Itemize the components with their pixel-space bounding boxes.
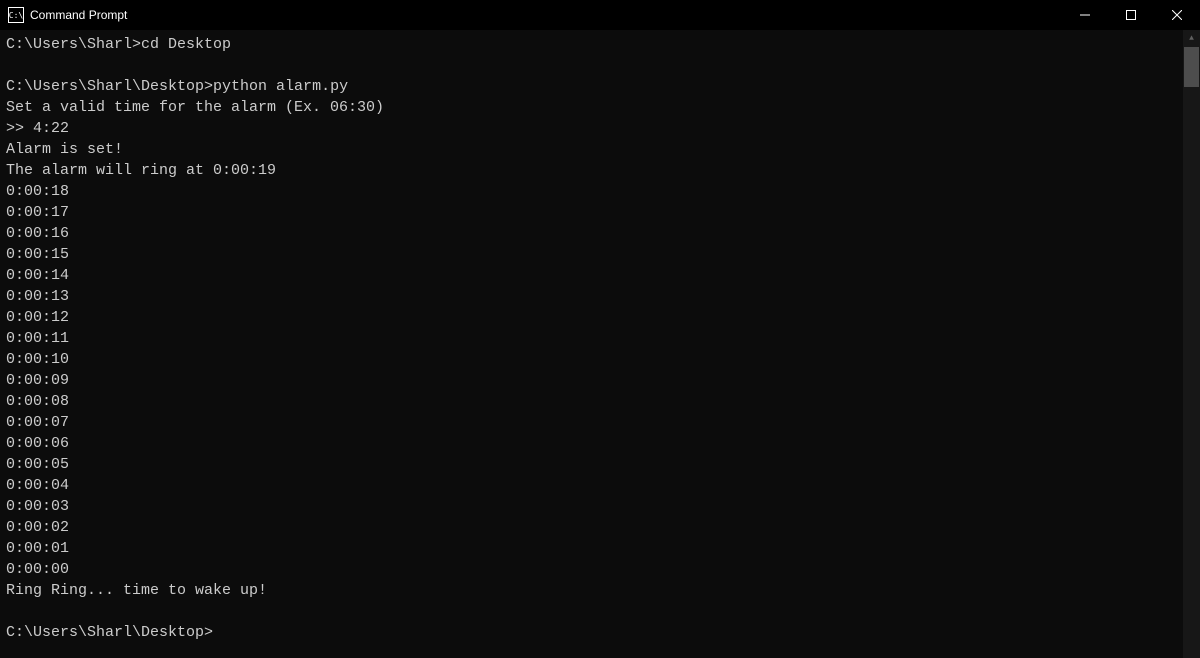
terminal-line: Set a valid time for the alarm (Ex. 06:3… xyxy=(6,97,1194,118)
terminal-line: 0:00:14 xyxy=(6,265,1194,286)
terminal-line: 0:00:02 xyxy=(6,517,1194,538)
terminal-line xyxy=(6,55,1194,76)
terminal-output[interactable]: C:\Users\Sharl>cd Desktop C:\Users\Sharl… xyxy=(0,30,1200,658)
scroll-up-arrow-icon[interactable]: ▲ xyxy=(1183,30,1200,47)
window-title: Command Prompt xyxy=(30,8,1062,22)
scrollbar[interactable]: ▲ xyxy=(1183,30,1200,658)
terminal-line: C:\Users\Sharl\Desktop> xyxy=(6,622,1194,643)
prompt: C:\Users\Sharl> xyxy=(6,36,141,53)
terminal-line: 0:00:10 xyxy=(6,349,1194,370)
terminal-line: 0:00:11 xyxy=(6,328,1194,349)
prompt: C:\Users\Sharl\Desktop> xyxy=(6,624,213,641)
maximize-button[interactable] xyxy=(1108,0,1154,30)
terminal-line: Ring Ring... time to wake up! xyxy=(6,580,1194,601)
window-controls xyxy=(1062,0,1200,30)
cmd-icon: C:\ xyxy=(8,7,24,23)
terminal-line: 0:00:13 xyxy=(6,286,1194,307)
prompt: C:\Users\Sharl\Desktop> xyxy=(6,78,213,95)
titlebar: C:\ Command Prompt xyxy=(0,0,1200,30)
terminal-line: 0:00:07 xyxy=(6,412,1194,433)
command-text: python alarm.py xyxy=(213,78,348,95)
terminal-line: 0:00:18 xyxy=(6,181,1194,202)
scroll-thumb[interactable] xyxy=(1184,47,1199,87)
terminal-line: The alarm will ring at 0:00:19 xyxy=(6,160,1194,181)
terminal-line: Alarm is set! xyxy=(6,139,1194,160)
terminal-line: C:\Users\Sharl\Desktop>python alarm.py xyxy=(6,76,1194,97)
terminal-line: 0:00:08 xyxy=(6,391,1194,412)
terminal-line: 0:00:04 xyxy=(6,475,1194,496)
terminal-line: 0:00:16 xyxy=(6,223,1194,244)
terminal-line: 0:00:00 xyxy=(6,559,1194,580)
terminal-line: 0:00:06 xyxy=(6,433,1194,454)
terminal-line: 0:00:05 xyxy=(6,454,1194,475)
command-text: cd Desktop xyxy=(141,36,231,53)
close-button[interactable] xyxy=(1154,0,1200,30)
terminal-line: 0:00:15 xyxy=(6,244,1194,265)
terminal-line: 0:00:12 xyxy=(6,307,1194,328)
terminal-line: C:\Users\Sharl>cd Desktop xyxy=(6,34,1194,55)
terminal-line: >> 4:22 xyxy=(6,118,1194,139)
terminal-line: 0:00:17 xyxy=(6,202,1194,223)
terminal-line xyxy=(6,601,1194,622)
terminal-line: 0:00:01 xyxy=(6,538,1194,559)
terminal-line: 0:00:03 xyxy=(6,496,1194,517)
terminal-line: 0:00:09 xyxy=(6,370,1194,391)
minimize-button[interactable] xyxy=(1062,0,1108,30)
